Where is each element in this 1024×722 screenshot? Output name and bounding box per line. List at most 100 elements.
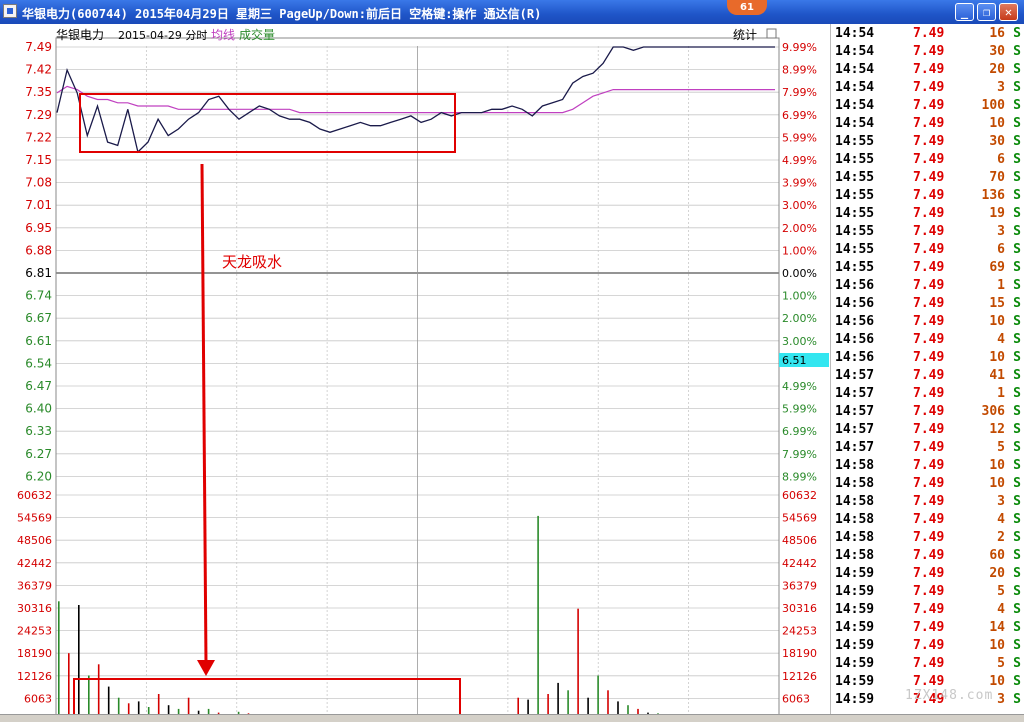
- tick-volume: 70: [989, 170, 1005, 185]
- volume-tick-label-right: 48506: [782, 534, 817, 547]
- tick-time: 14:58: [835, 476, 875, 491]
- tick-price: 7.49: [913, 26, 945, 41]
- percent-tick-label: 4.99%: [782, 380, 817, 393]
- tick-price: 7.49: [913, 440, 945, 455]
- tick-row: 14:59 7.49 5 S: [831, 582, 1024, 600]
- volume-bar: [58, 601, 60, 714]
- tick-time: 14:54: [835, 44, 875, 59]
- title-bar: 华银电力(600744) 2015年04月29日 星期三 PageUp/Down…: [0, 0, 1024, 24]
- volume-tick-label: 48506: [17, 534, 52, 547]
- tick-price: 7.49: [913, 278, 945, 293]
- tick-volume: 20: [989, 62, 1005, 77]
- price-tick-label: 6.40: [25, 402, 52, 416]
- tick-volume: 5: [997, 656, 1005, 671]
- tick-side: S: [1013, 656, 1021, 671]
- tick-time: 14:55: [835, 134, 875, 149]
- tick-row: 14:55 7.49 30 S: [831, 132, 1024, 150]
- tick-time: 14:54: [835, 98, 875, 113]
- tick-price: 7.49: [913, 620, 945, 635]
- close-button[interactable]: ✕: [999, 3, 1018, 21]
- tick-volume: 19: [989, 206, 1005, 221]
- notification-badge[interactable]: 61: [727, 0, 767, 15]
- tick-price: 7.49: [913, 368, 945, 383]
- volume-tick-label-right: 18190: [782, 647, 817, 660]
- tick-row: 14:59 7.49 4 S: [831, 600, 1024, 618]
- tick-time: 14:57: [835, 386, 875, 401]
- tick-side: S: [1013, 458, 1021, 473]
- tick-side: S: [1013, 260, 1021, 275]
- tick-volume: 14: [989, 620, 1005, 635]
- tick-time: 14:57: [835, 440, 875, 455]
- tick-side: S: [1013, 80, 1021, 95]
- tick-list[interactable]: 14:54 7.49 16 S 14:54 7.49 30 S 14:54 7.49 20 S 14:5…: [830, 24, 1024, 714]
- tick-volume: 10: [989, 638, 1005, 653]
- tick-price: 7.49: [913, 386, 945, 401]
- tick-price: 7.49: [913, 656, 945, 671]
- maximize-button[interactable]: ❐: [977, 3, 996, 21]
- stats-button[interactable]: 统计: [733, 28, 757, 42]
- tick-side: S: [1013, 620, 1021, 635]
- volume-tick-label: 12126: [17, 670, 52, 683]
- price-tick-label: 7.15: [25, 153, 52, 167]
- tick-volume: 1: [997, 278, 1005, 293]
- volume-bar: [627, 705, 629, 714]
- tick-row: 14:55 7.49 19 S: [831, 204, 1024, 222]
- percent-tick-label: 3.99%: [782, 177, 817, 190]
- percent-tick-label: 6.99%: [782, 109, 817, 122]
- tick-volume: 4: [997, 602, 1005, 617]
- current-price-flag-label: 6.51: [782, 354, 807, 367]
- tick-volume: 136: [981, 188, 1005, 203]
- tick-side: S: [1013, 152, 1021, 167]
- tick-volume: 1: [997, 386, 1005, 401]
- tick-side: S: [1013, 386, 1021, 401]
- tick-row: 14:56 7.49 10 S: [831, 312, 1024, 330]
- percent-tick-label: 2.00%: [782, 222, 817, 235]
- percent-tick-label: 5.99%: [782, 131, 817, 144]
- tick-side: S: [1013, 116, 1021, 131]
- tick-volume: 3: [997, 80, 1005, 95]
- tick-price: 7.49: [913, 188, 945, 203]
- stats-toggle-icon[interactable]: [766, 28, 777, 39]
- tick-row: 14:59 7.49 10 S: [831, 636, 1024, 654]
- tick-time: 14:57: [835, 368, 875, 383]
- tick-row: 14:59 7.49 20 S: [831, 564, 1024, 582]
- tick-price: 7.49: [913, 512, 945, 527]
- percent-tick-label: 3.00%: [782, 335, 817, 348]
- tick-side: S: [1013, 494, 1021, 509]
- tick-side: S: [1013, 134, 1021, 149]
- percent-tick-label: 3.00%: [782, 199, 817, 212]
- tick-time: 14:54: [835, 116, 875, 131]
- tick-volume: 6: [997, 242, 1005, 257]
- tick-time: 14:55: [835, 260, 875, 275]
- volume-bar: [577, 608, 579, 714]
- price-tick-label: 7.01: [25, 198, 52, 212]
- tick-time: 14:58: [835, 512, 875, 527]
- tick-volume: 4: [997, 512, 1005, 527]
- percent-tick-label: 5.99%: [782, 403, 817, 416]
- annotation-text: 天龙吸水: [222, 253, 282, 271]
- tick-side: S: [1013, 638, 1021, 653]
- volume-tick-label-right: 36379: [782, 579, 817, 592]
- tick-volume: 41: [989, 368, 1005, 383]
- tick-side: S: [1013, 62, 1021, 77]
- minimize-button[interactable]: _: [955, 3, 974, 21]
- tick-side: S: [1013, 224, 1021, 239]
- stock-name: 华银电力: [56, 28, 104, 42]
- tick-price: 7.49: [913, 224, 945, 239]
- volume-tick-label-right: 42442: [782, 557, 817, 570]
- tick-volume: 3: [997, 494, 1005, 509]
- tick-price: 7.49: [913, 350, 945, 365]
- tick-row: 14:58 7.49 10 S: [831, 456, 1024, 474]
- price-tick-label: 6.81: [25, 266, 52, 280]
- tick-side: S: [1013, 530, 1021, 545]
- tick-row: 14:55 7.49 70 S: [831, 168, 1024, 186]
- tick-side: S: [1013, 674, 1021, 689]
- tick-volume: 16: [989, 26, 1005, 41]
- tick-row: 14:55 7.49 69 S: [831, 258, 1024, 276]
- intraday-chart[interactable]: 华银电力 2015-04-29 分时 均线 成交量 统计 7.49 7.42 7.3…: [0, 24, 830, 714]
- volume-bar: [517, 697, 519, 714]
- tick-price: 7.49: [913, 62, 945, 77]
- price-tick-label: 6.27: [25, 447, 52, 461]
- tick-price: 7.49: [913, 116, 945, 131]
- tick-row: 14:54 7.49 16 S: [831, 24, 1024, 42]
